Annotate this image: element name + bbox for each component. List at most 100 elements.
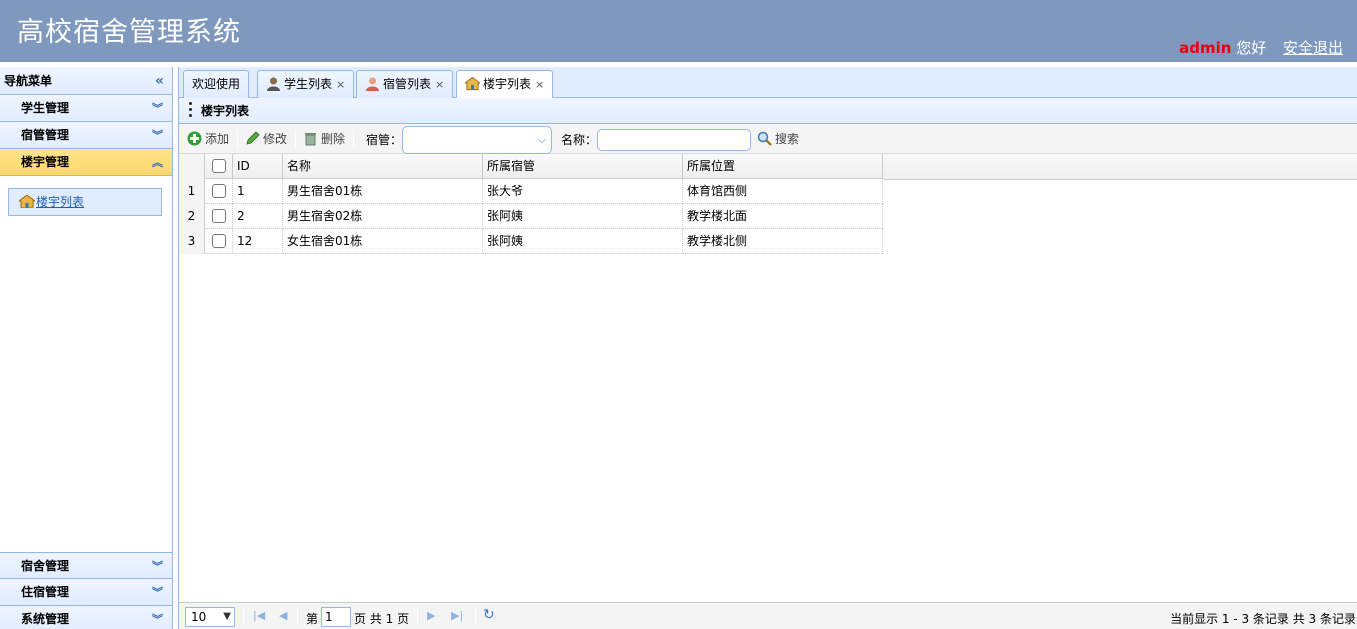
row-checkbox[interactable]: [212, 184, 226, 198]
chevron-double-down-icon: ︾: [152, 129, 163, 142]
sidebar-item-student[interactable]: 学生管理 ︾: [0, 95, 172, 122]
prev-page-icon[interactable]: ◀: [279, 609, 287, 622]
page-number-value: 1: [325, 610, 333, 624]
app-header: 高校宿舍管理系统 admin 您好 安全退出: [0, 0, 1357, 62]
page-total: 页 共 1 页: [354, 612, 410, 626]
close-icon[interactable]: ×: [336, 78, 345, 91]
greeting: 您好: [1236, 39, 1267, 57]
chevron-double-down-icon: ︾: [152, 560, 163, 573]
page-size-value: 10: [191, 610, 207, 624]
grid-header: ID 名称 所属宿管 所属位置: [179, 154, 884, 179]
main-panel: 欢迎使用 学生列表 × 宿管列表 × 楼宇列表 × 楼宇列表 添加 修改 删除 宿管：: [178, 67, 1357, 629]
chevron-down-icon[interactable]: ⌵: [533, 127, 551, 153]
cell-manager: 张阿姨: [483, 204, 683, 229]
chevron-double-down-icon: ︾: [152, 102, 163, 115]
tab-manager-list[interactable]: 宿管列表 ×: [356, 70, 454, 98]
user-area: admin 您好 安全退出: [1179, 37, 1343, 58]
panel-title: 楼宇列表: [179, 98, 1357, 124]
add-button[interactable]: 添加: [187, 129, 229, 149]
sidebar-item-system[interactable]: 系统管理 ︾: [0, 606, 172, 629]
row-number: 2: [179, 204, 205, 229]
divider: [295, 130, 296, 148]
manager-filter-label: 宿管：: [366, 133, 403, 147]
sidebar-item-label: 系统管理: [21, 612, 70, 626]
panel-title-text: 楼宇列表: [201, 104, 250, 118]
rownum-header: [179, 154, 205, 179]
chevron-down-icon: ▼: [223, 611, 231, 622]
pager-info: 当前显示 1 - 3 条记录 共 3 条记录: [1170, 612, 1356, 626]
row-select-cell: [205, 179, 233, 204]
page-number-input[interactable]: 1: [321, 607, 351, 627]
sidebar-item-dorm[interactable]: 宿舍管理 ︾: [0, 552, 172, 579]
search-icon: [757, 131, 772, 146]
first-page-icon[interactable]: |◀: [253, 609, 265, 622]
last-page-icon[interactable]: ▶|: [451, 609, 463, 622]
manager-combobox[interactable]: ⌵: [402, 126, 552, 154]
tab-label: 楼宇列表: [483, 77, 532, 91]
sidebar-item-dorm-manager[interactable]: 宿管管理 ︾: [0, 122, 172, 149]
column-header-id[interactable]: ID: [233, 154, 283, 179]
menu-dots-icon: [189, 102, 192, 119]
delete-button[interactable]: 删除: [303, 129, 345, 149]
search-label: 搜索: [775, 132, 800, 146]
select-all-checkbox[interactable]: [212, 159, 226, 173]
sidebar: 导航菜单 « 学生管理 ︾ 宿管管理 ︾ 楼宇管理 ︽ 楼宇列表 宿舍管理 ︾ …: [0, 67, 173, 629]
username: admin: [1179, 39, 1232, 57]
delete-label: 删除: [321, 132, 346, 146]
page-size-select[interactable]: 10 ▼: [185, 607, 235, 627]
add-label: 添加: [205, 132, 230, 146]
select-all-cell: [205, 154, 233, 179]
close-icon[interactable]: ×: [535, 78, 544, 91]
tab-building-list[interactable]: 楼宇列表 ×: [456, 70, 554, 99]
sidebar-item-lodging[interactable]: 住宿管理 ︾: [0, 579, 172, 606]
edit-label: 修改: [263, 132, 288, 146]
cell-manager: 张阿姨: [483, 229, 683, 254]
sidebar-title-text: 导航菜单: [4, 74, 53, 88]
table-row[interactable]: 1 1 男生宿舍01栋 张大爷 体育馆西侧: [179, 179, 884, 204]
sidebar-item-building[interactable]: 楼宇管理 ︽: [0, 149, 172, 176]
table-row[interactable]: 3 12 女生宿舍01栋 张阿姨 教学楼北侧: [179, 229, 884, 254]
sidebar-item-label: 楼宇管理: [21, 155, 70, 169]
row-number: 1: [179, 179, 205, 204]
tab-label: 学生列表: [284, 77, 333, 91]
divider: [237, 130, 238, 148]
row-checkbox[interactable]: [212, 234, 226, 248]
divider: [475, 608, 476, 625]
search-button[interactable]: 搜索: [757, 129, 799, 149]
accordion-body: 楼宇列表: [0, 176, 172, 552]
collapse-sidebar-icon[interactable]: «: [155, 67, 164, 95]
grid-header-fill: [884, 154, 1357, 180]
name-filter-label: 名称：: [561, 133, 598, 147]
user-icon: [366, 77, 379, 91]
tab-student-list[interactable]: 学生列表 ×: [257, 70, 355, 98]
add-icon: [187, 131, 202, 146]
logout-link[interactable]: 安全退出: [1283, 39, 1343, 57]
column-header-manager[interactable]: 所属宿管: [483, 154, 683, 179]
sidebar-item-label: 宿舍管理: [21, 559, 70, 573]
name-input[interactable]: [597, 129, 751, 151]
row-checkbox[interactable]: [212, 209, 226, 223]
cell-location: 体育馆西侧: [683, 179, 883, 204]
house-icon: [465, 76, 480, 91]
sidebar-subitem-building-list[interactable]: 楼宇列表: [8, 188, 162, 216]
refresh-icon[interactable]: ↻: [483, 607, 495, 623]
chevron-double-down-icon: ︾: [152, 586, 163, 599]
user-icon: [267, 77, 280, 91]
tab-welcome[interactable]: 欢迎使用: [183, 70, 250, 98]
next-page-icon[interactable]: ▶: [427, 609, 435, 622]
cell-name: 男生宿舍01栋: [283, 179, 483, 204]
cell-name: 女生宿舍01栋: [283, 229, 483, 254]
edit-button[interactable]: 修改: [245, 129, 287, 149]
tab-label: 宿管列表: [383, 77, 432, 91]
cell-id: 2: [233, 204, 283, 229]
cell-location: 教学楼北侧: [683, 229, 883, 254]
sidebar-item-label: 宿管管理: [21, 128, 70, 142]
column-header-name[interactable]: 名称: [283, 154, 483, 179]
row-select-cell: [205, 204, 233, 229]
cell-location: 教学楼北面: [683, 204, 883, 229]
trash-icon: [305, 133, 316, 146]
column-header-location[interactable]: 所属位置: [683, 154, 883, 179]
pagination-bar: 10 ▼ |◀ ◀ 第 1 页 共 1 页 ▶ ▶| ↻ 当前显示 1 - 3 …: [179, 602, 1357, 629]
table-row[interactable]: 2 2 男生宿舍02栋 张阿姨 教学楼北面: [179, 204, 884, 229]
close-icon[interactable]: ×: [435, 78, 444, 91]
